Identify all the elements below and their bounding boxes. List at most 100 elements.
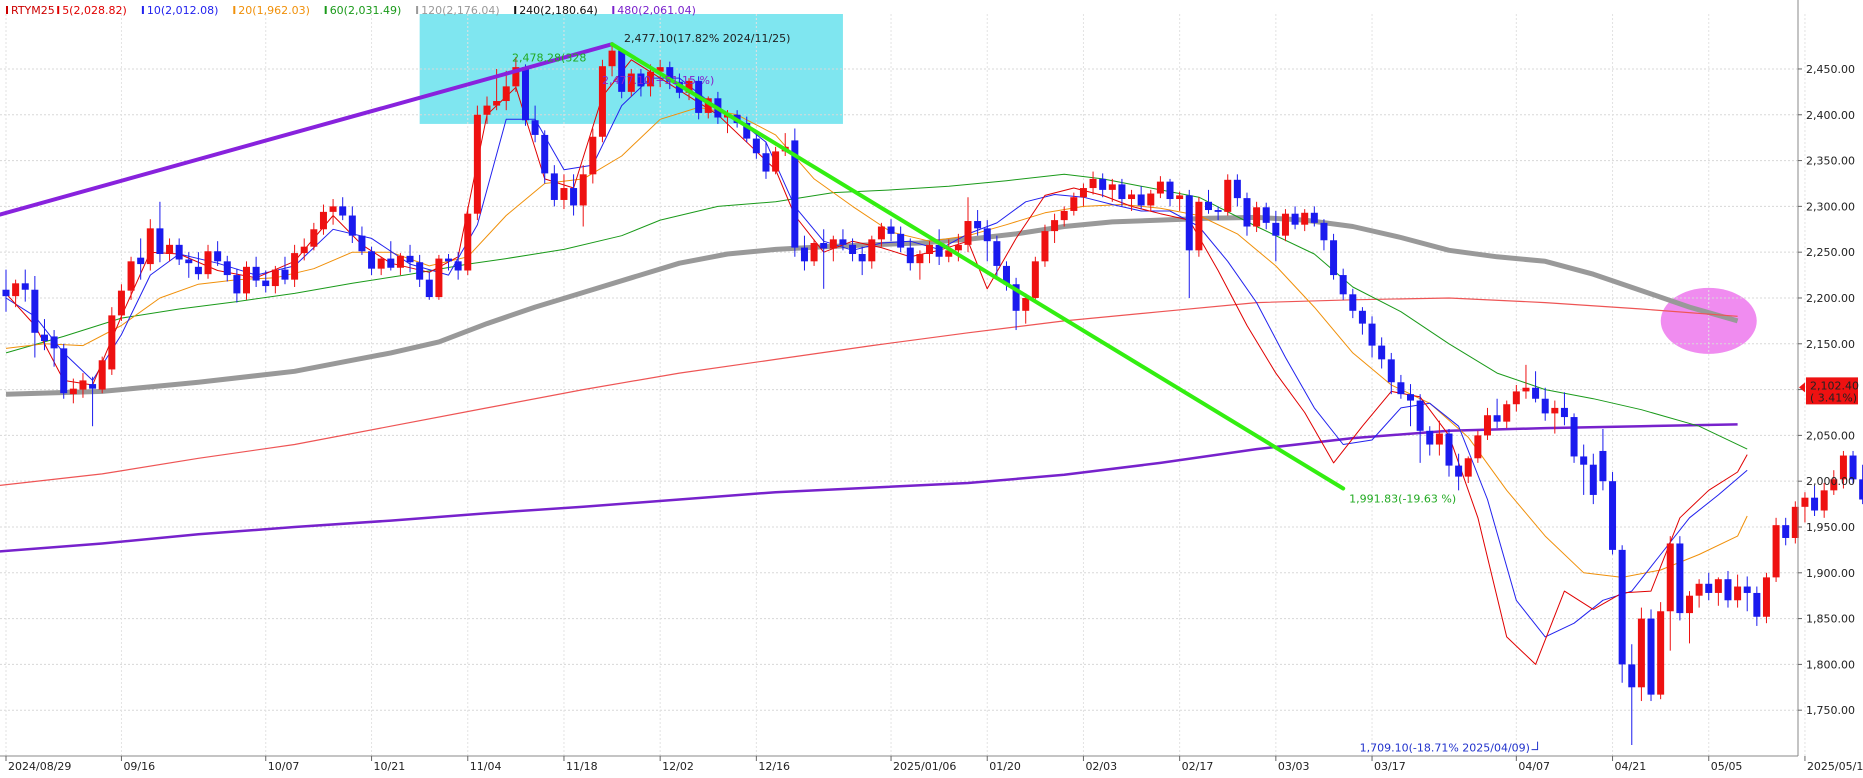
- candle-body: [291, 253, 299, 280]
- candle-body: [1609, 481, 1617, 550]
- candle-body: [358, 235, 366, 252]
- candle-body: [1195, 201, 1203, 251]
- candle-body: [1782, 525, 1790, 538]
- candle-body: [2, 289, 10, 297]
- x-tick-label: 2025/01/06: [893, 760, 956, 773]
- candle-body: [579, 174, 587, 206]
- candle-body: [531, 120, 539, 135]
- legend-swatch: [416, 6, 419, 14]
- candle-body: [1397, 382, 1405, 395]
- candle-body: [521, 67, 529, 121]
- x-tick-label: 11/18: [566, 760, 598, 773]
- candle-body: [1589, 464, 1597, 495]
- candle-body: [1686, 595, 1693, 614]
- candle-body: [858, 254, 866, 262]
- candle-body: [762, 153, 770, 172]
- candle-body: [1031, 261, 1039, 298]
- candle-body: [108, 315, 116, 370]
- candle-body: [1647, 618, 1655, 695]
- candle-body: [1147, 193, 1155, 206]
- legend-swatch: [514, 6, 517, 14]
- candle-body: [252, 266, 260, 281]
- candle-body: [1618, 549, 1626, 665]
- candle-body: [1185, 195, 1193, 251]
- y-tick-label: 2,200.00: [1806, 292, 1855, 305]
- candle-body: [137, 257, 145, 265]
- candle-body: [1734, 586, 1742, 601]
- candle-body: [262, 280, 270, 287]
- candle-body: [454, 261, 462, 271]
- x-tick-label: 2025/05/19: [1807, 760, 1863, 773]
- candle-body: [1118, 184, 1126, 200]
- candle-body: [1156, 181, 1164, 194]
- candle-body: [223, 261, 231, 276]
- candle-body: [550, 173, 558, 200]
- candle-body: [387, 258, 395, 268]
- candle-body: [185, 259, 193, 264]
- candle-body: [752, 138, 760, 154]
- x-tick-label: 09/16: [123, 760, 155, 773]
- y-tick-label: 2,150.00: [1806, 338, 1855, 351]
- candle-body: [1676, 543, 1684, 614]
- legend-swatch: [233, 6, 236, 14]
- candle-body: [1695, 583, 1703, 596]
- annotation-label: 2,478.28(328: [512, 52, 586, 65]
- candle-body: [194, 266, 202, 275]
- candle-body: [560, 188, 568, 200]
- candle-body: [1176, 195, 1184, 200]
- candle-body: [416, 262, 424, 280]
- x-tick-label: 10/21: [374, 760, 406, 773]
- candle-body: [396, 255, 404, 268]
- candle-body: [502, 86, 510, 102]
- candle-body: [1108, 184, 1116, 190]
- candle-body: [127, 261, 135, 291]
- candle-body: [1666, 543, 1674, 612]
- y-tick-label: 2,050.00: [1806, 429, 1855, 442]
- candle-body: [377, 258, 385, 269]
- y-tick-label: 2,250.00: [1806, 246, 1855, 259]
- candle-body: [406, 255, 414, 263]
- candle-body: [897, 233, 905, 248]
- candle-body: [175, 244, 183, 260]
- candle-body: [1301, 212, 1309, 225]
- candle-body: [829, 239, 837, 249]
- candle-body: [1637, 618, 1645, 688]
- candle-body: [310, 229, 318, 247]
- legend-entry: 60(2,031.49): [330, 4, 402, 17]
- candle-body: [233, 275, 241, 294]
- candle-body: [887, 226, 895, 234]
- candle-body: [1128, 194, 1136, 200]
- candle-body: [1320, 222, 1328, 241]
- candle-body: [1551, 407, 1559, 414]
- legend-entry: RTYM25: [11, 4, 55, 17]
- x-tick-label: 12/02: [662, 760, 694, 773]
- candle-body: [1214, 210, 1222, 212]
- candle-body: [1455, 465, 1463, 477]
- candle-body: [1522, 387, 1530, 392]
- candle-body: [1253, 207, 1261, 227]
- price-marker-change: ( 3.41%): [1810, 391, 1857, 404]
- x-tick-label: 11/04: [470, 760, 502, 773]
- y-tick-label: 1,750.00: [1806, 704, 1855, 717]
- y-tick-label: 2,400.00: [1806, 109, 1855, 122]
- candle-body: [1580, 456, 1588, 465]
- candle-body: [1243, 198, 1251, 227]
- legend-swatch: [141, 6, 144, 14]
- candle-body: [772, 151, 780, 172]
- candle-body: [1657, 611, 1665, 695]
- candle-body: [608, 50, 616, 67]
- candle-body: [60, 348, 68, 394]
- candle-body: [1445, 433, 1453, 466]
- candle-body: [156, 228, 164, 255]
- candle-body: [1416, 400, 1424, 431]
- y-tick-label: 2,450.00: [1806, 63, 1855, 76]
- candle-body: [1772, 525, 1780, 578]
- candle-body: [983, 228, 991, 242]
- candle-body: [1224, 179, 1232, 212]
- candle-body: [1743, 586, 1751, 593]
- candle-body: [368, 251, 376, 269]
- candle-body: [98, 360, 106, 390]
- candle-body: [281, 269, 289, 280]
- candle-body: [820, 243, 828, 249]
- candle-body: [1407, 394, 1415, 401]
